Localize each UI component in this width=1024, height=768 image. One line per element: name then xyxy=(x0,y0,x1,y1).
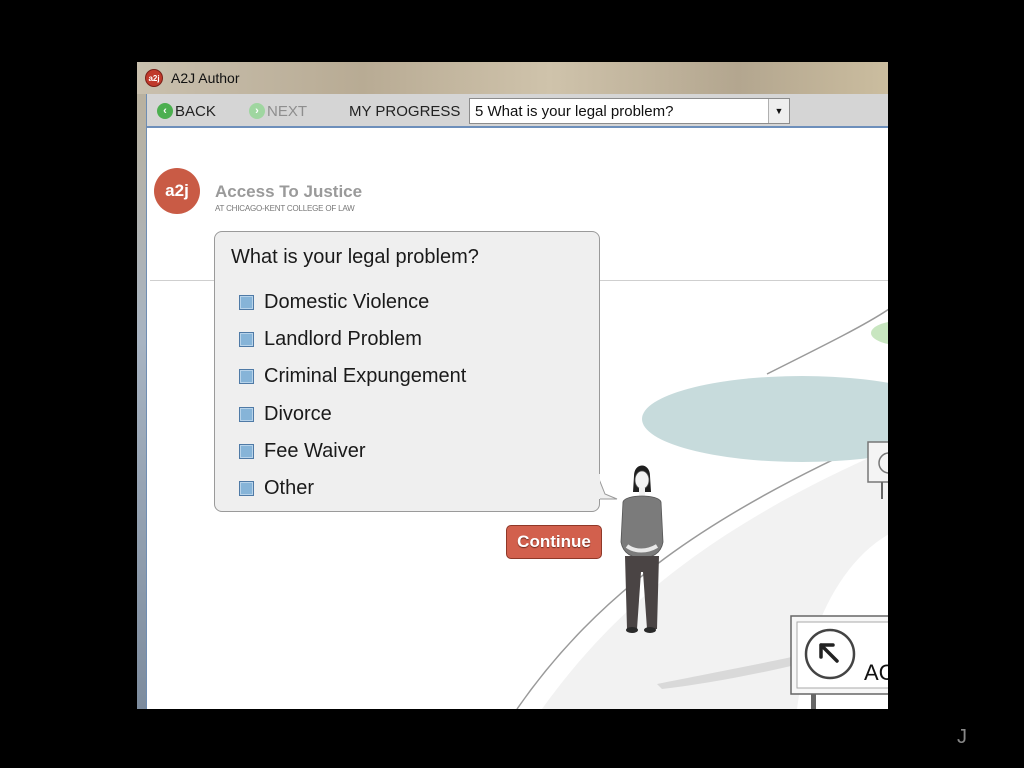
bubble-tail xyxy=(597,474,618,500)
arrow-up-left-icon xyxy=(804,628,856,680)
option-divorce[interactable]: Divorce xyxy=(239,403,332,425)
checkbox[interactable] xyxy=(239,331,254,347)
option-domestic-violence[interactable]: Domestic Violence xyxy=(239,291,429,313)
option-other[interactable]: Other xyxy=(239,477,314,499)
client-area: ‹ BACK › NEXT MY PROGRESS 5 What is your… xyxy=(146,94,888,709)
title-bar[interactable]: a2j A2J Author xyxy=(137,62,888,94)
small-sign xyxy=(867,441,888,483)
checkbox[interactable] xyxy=(239,368,254,384)
option-label: Fee Waiver xyxy=(264,439,366,462)
window-title: A2J Author xyxy=(171,70,240,86)
question-text: What is your legal problem? xyxy=(231,246,479,268)
plateau-oval xyxy=(642,376,888,462)
sign-label: AC xyxy=(864,660,888,685)
option-label: Other xyxy=(264,476,315,499)
continue-button[interactable]: Continue xyxy=(506,525,602,559)
option-label: Domestic Violence xyxy=(264,290,430,313)
window-frame-left xyxy=(137,94,146,709)
option-label: Criminal Expungement xyxy=(264,364,467,387)
checkbox[interactable] xyxy=(239,294,254,310)
path-line-far xyxy=(766,308,888,375)
option-criminal-expungement[interactable]: Criminal Expungement xyxy=(239,365,466,387)
checkbox[interactable] xyxy=(239,406,254,422)
corner-text: J xyxy=(957,726,967,748)
a2j-logo: a2j xyxy=(154,168,200,214)
app-window: a2j A2J Author ‹ BACK › NEXT MY PROGRESS… xyxy=(137,62,888,709)
option-label: Divorce xyxy=(264,402,332,425)
far-oval xyxy=(871,321,888,345)
app-icon: a2j xyxy=(145,69,163,87)
brand-subtitle: AT CHICAGO-KENT COLLEGE OF LAW xyxy=(215,204,355,213)
option-fee-waiver[interactable]: Fee Waiver xyxy=(239,440,366,462)
question-bubble: What is your legal problem? Domestic Vio… xyxy=(214,231,600,512)
big-sign-post xyxy=(811,694,816,709)
checkbox[interactable] xyxy=(239,443,254,459)
checkbox[interactable] xyxy=(239,480,254,496)
brand-title: Access To Justice xyxy=(215,182,363,201)
option-label: Landlord Problem xyxy=(264,327,422,350)
option-landlord-problem[interactable]: Landlord Problem xyxy=(239,328,422,350)
